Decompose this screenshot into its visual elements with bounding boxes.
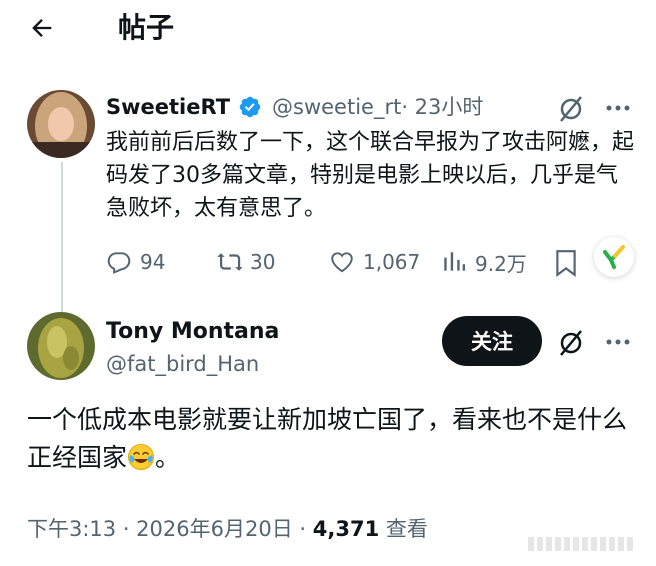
- author-name[interactable]: Tony Montana: [106, 318, 279, 346]
- like-button[interactable]: 1,067: [329, 247, 420, 277]
- more-options-icon[interactable]: [603, 96, 633, 120]
- post-time: · 23小时: [401, 95, 484, 119]
- author-handle-time: @sweetie_rt· 23小时: [272, 93, 483, 121]
- author-name[interactable]: SweetieRT: [106, 93, 230, 121]
- grok-icon[interactable]: [556, 328, 586, 358]
- retweet-button[interactable]: 30: [216, 247, 275, 277]
- verified-badge-icon: [239, 96, 261, 118]
- heart-icon: [331, 252, 353, 273]
- avatar-photo-icon: [27, 90, 95, 158]
- page-title: 帖子: [118, 11, 175, 44]
- app-check-icon: [603, 245, 625, 269]
- thread-connector-line: [61, 162, 63, 312]
- views-button[interactable]: 9.2万: [441, 247, 527, 277]
- top-bar: 帖子: [0, 0, 656, 56]
- post-text: 我前前后后数了一下，这个联合早报为了攻击阿嬷，起码发了30多篇文章，特别是电影上…: [106, 130, 635, 221]
- analytics-icon: [444, 252, 466, 271]
- avatar[interactable]: [27, 90, 95, 158]
- bookmark-icon[interactable]: [553, 249, 579, 277]
- back-arrow-icon[interactable]: [28, 14, 56, 42]
- face-with-tears-of-joy-icon: [128, 444, 155, 470]
- author-handle[interactable]: @sweetie_rt: [272, 95, 401, 119]
- views-count: 9.2万: [475, 251, 527, 276]
- retweet-icon: [217, 253, 242, 271]
- more-options-icon[interactable]: [603, 330, 633, 354]
- author-handle[interactable]: @fat_bird_Han: [106, 350, 259, 378]
- post-text-container: 一个低成本电影就要让新加坡亡国了，看来也不是什么正经国家 。: [27, 401, 637, 477]
- avatar[interactable]: [27, 312, 95, 380]
- views-count: 4,371: [312, 517, 380, 541]
- post-text: 一个低成本电影就要让新加坡亡国了，看来也不是什么正经国家: [27, 405, 628, 472]
- retweet-count: 30: [250, 250, 276, 274]
- app-badge[interactable]: [594, 237, 634, 277]
- reply-button[interactable]: 94: [106, 247, 165, 277]
- reply-icon: [107, 252, 131, 274]
- post-text-suffix: 。: [155, 443, 181, 472]
- reply-count: 94: [140, 250, 166, 274]
- post-timestamp[interactable]: 下午3:13 · 2026年6月20日 ·: [27, 517, 313, 541]
- post-metadata: 下午3:13 · 2026年6月20日 · 4,371 查看: [27, 514, 428, 544]
- like-count: 1,067: [363, 250, 421, 274]
- watermark: [528, 534, 644, 554]
- follow-button[interactable]: 关注: [442, 316, 542, 366]
- avatar-photo-icon: [27, 312, 95, 380]
- grok-icon[interactable]: [556, 94, 586, 124]
- views-label: 查看: [379, 517, 428, 541]
